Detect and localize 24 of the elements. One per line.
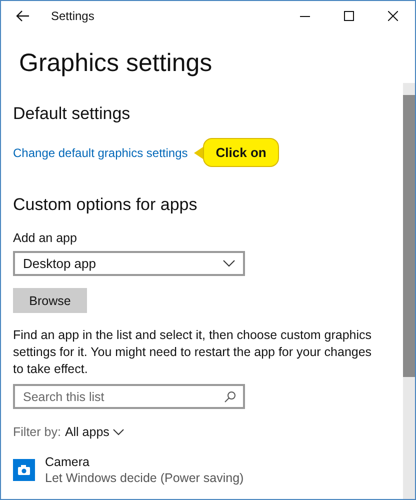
chevron-down-icon <box>113 428 124 436</box>
browse-button[interactable]: Browse <box>13 288 87 313</box>
page-title: Graphics settings <box>19 49 214 78</box>
filter-dropdown[interactable]: Filter by: All apps <box>13 425 403 439</box>
camera-icon <box>13 459 35 481</box>
search-icon <box>224 391 236 403</box>
close-icon <box>388 11 398 21</box>
callout-label: Click on <box>194 138 280 167</box>
section-heading: Default settings <box>13 104 132 124</box>
app-type-dropdown[interactable]: Desktop app <box>13 251 245 276</box>
search-field[interactable]: Search this list <box>13 384 245 409</box>
scrollbar[interactable] <box>403 83 415 499</box>
callout-pointer-icon <box>194 146 203 158</box>
chevron-down-icon <box>223 260 235 267</box>
change-defaults-link[interactable]: Change default graphics settings <box>13 146 188 160</box>
app-setting: Let Windows decide (Power saving) <box>45 471 244 485</box>
scrollbar-thumb[interactable] <box>403 95 415 377</box>
maximize-icon <box>344 11 354 21</box>
window-title: Settings <box>51 9 96 23</box>
field-label: Add an app <box>13 231 78 245</box>
description-text: Find an app in the list and select it, then choose custom graphics settings for it. You might need to restart the app for your changes to take effect. <box>13 327 373 378</box>
section-heading: Custom options for apps <box>13 195 198 215</box>
back-arrow-icon <box>16 10 30 22</box>
app-name[interactable]: Camera <box>45 455 244 469</box>
